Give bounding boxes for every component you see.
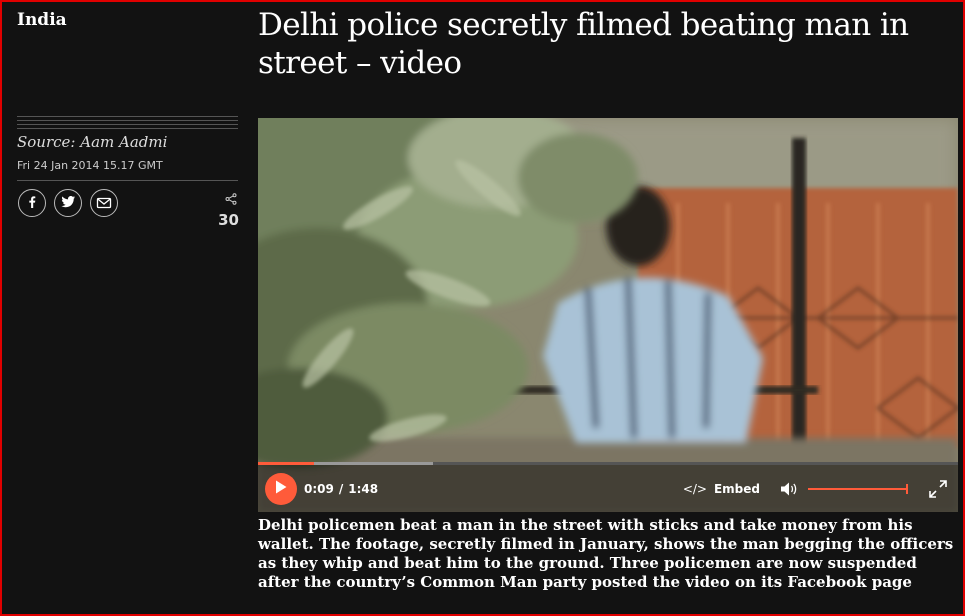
video-control-bar: 0:09 / 1:48 </> Embed <box>258 465 958 512</box>
volume-fill <box>808 487 908 490</box>
share-facebook-button[interactable] <box>18 189 46 217</box>
publish-date: Fri 24 Jan 2014 15.17 GMT <box>17 159 163 172</box>
volume-slider[interactable] <box>808 482 908 496</box>
share-count-value: 30 <box>218 211 239 229</box>
page-title: Delhi police secretly filmed beating man… <box>258 7 909 81</box>
share-icon <box>207 190 239 209</box>
embed-label: Embed <box>713 481 760 496</box>
facebook-icon <box>25 194 39 213</box>
duration: 1:48 <box>348 481 379 496</box>
share-twitter-button[interactable] <box>54 189 82 217</box>
play-icon <box>275 479 287 498</box>
volume-handle[interactable] <box>906 483 908 494</box>
volume-icon[interactable] <box>780 481 798 497</box>
share-count[interactable]: 30 <box>207 190 239 229</box>
video-player[interactable]: 0:09 / 1:48 </> Embed <box>258 118 958 512</box>
current-time: 0:09 <box>304 481 334 496</box>
meta-divider <box>17 180 238 181</box>
twitter-icon <box>60 194 76 213</box>
code-icon: </> <box>682 481 707 496</box>
video-caption: Delhi policemen beat a man in the street… <box>258 516 954 591</box>
page-frame: India Delhi police secretly filmed beati… <box>0 0 965 616</box>
fullscreen-icon[interactable] <box>928 479 948 499</box>
video-frame[interactable] <box>258 118 958 512</box>
time-separator: / <box>338 481 344 496</box>
email-icon <box>96 194 112 213</box>
embed-button[interactable]: </> Embed <box>683 482 760 496</box>
section-label[interactable]: India <box>17 10 67 30</box>
share-email-button[interactable] <box>90 189 118 217</box>
play-button[interactable] <box>265 472 297 505</box>
meta-rules <box>17 116 238 132</box>
source-credit: Source: Aam Aadmi <box>17 133 168 151</box>
